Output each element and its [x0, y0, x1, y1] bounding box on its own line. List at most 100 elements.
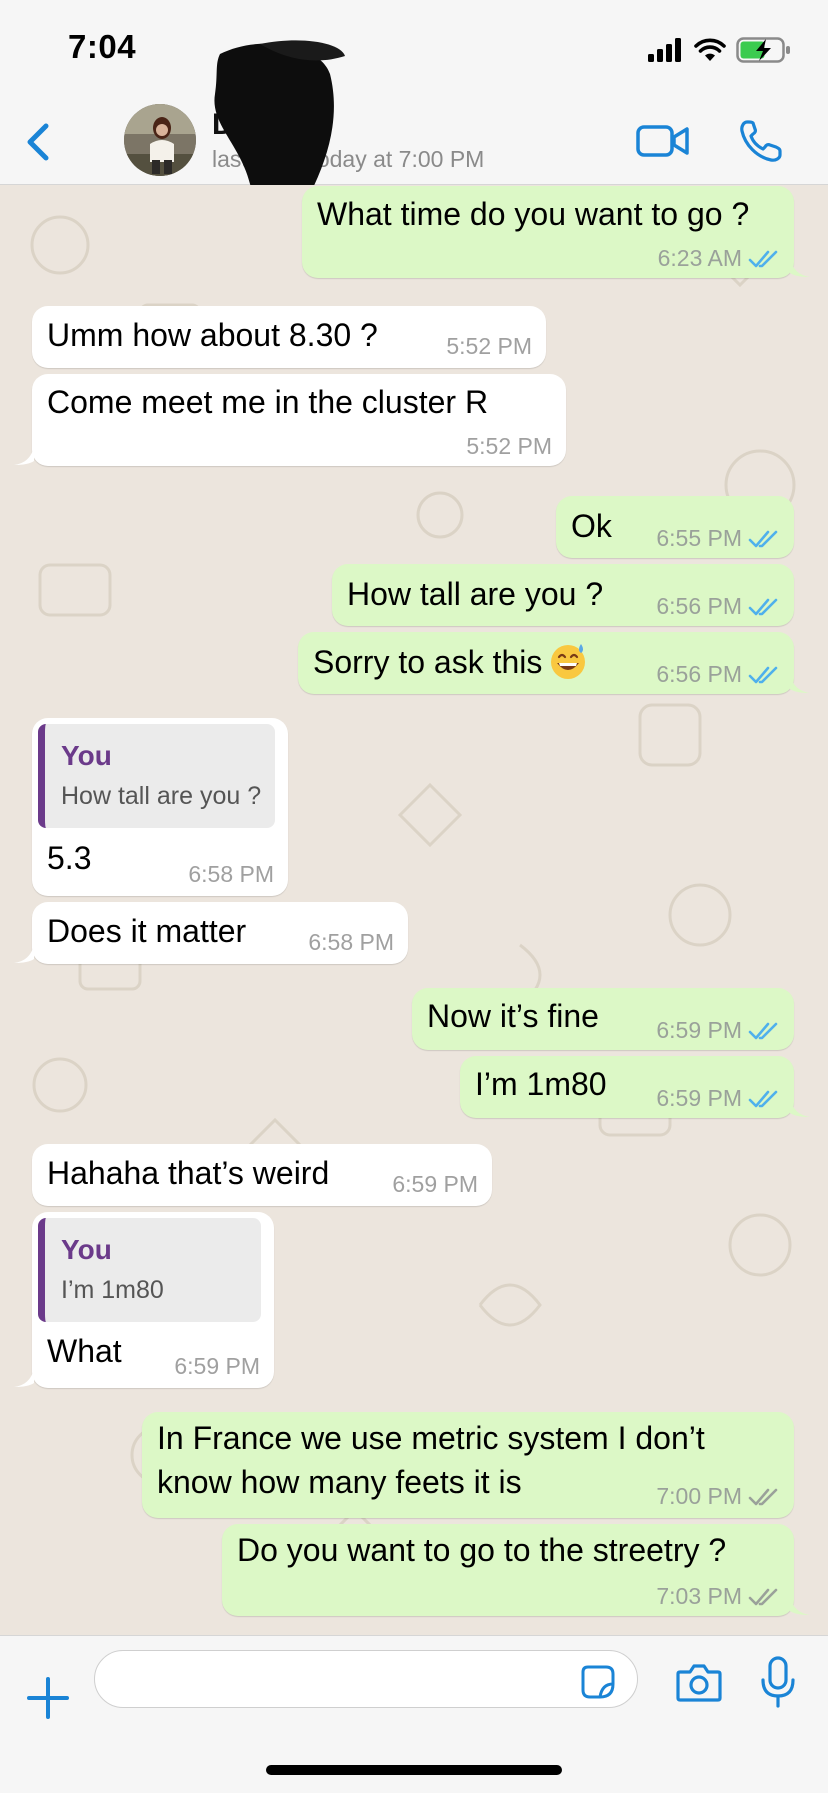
chevron-left-icon[interactable]	[20, 118, 60, 166]
message-text: Now it’s fine	[427, 998, 599, 1034]
signal-icon	[648, 38, 681, 62]
bubble-tail	[14, 1369, 34, 1387]
message-text-line-2: know how many feets it is	[157, 1464, 522, 1500]
message-bubble-outgoing[interactable]: How tall are you ? 6:56 PM	[332, 564, 794, 626]
bubble-tail	[14, 945, 34, 963]
message-text: What time do you want to go ?	[317, 196, 750, 232]
message-text: Sorry to ask this	[313, 644, 543, 680]
sticker-icon[interactable]	[580, 1664, 616, 1700]
chat-area[interactable]: What time do you want to go ? 6:23 AM Um…	[0, 185, 828, 1635]
message-meta: 6:58 PM	[308, 929, 394, 956]
message-text: Ok	[571, 508, 612, 544]
message-time: 6:23 AM	[657, 245, 742, 271]
read-receipt-icon	[748, 530, 778, 547]
message-meta: 6:56 PM	[656, 661, 782, 688]
message-time: 6:56 PM	[656, 661, 742, 687]
quoted-author: You	[61, 1234, 112, 1265]
message-text: Hahaha that’s weird	[47, 1155, 330, 1191]
message-text: How tall are you ?	[347, 576, 604, 612]
message-text: What	[47, 1333, 122, 1369]
message-meta: 5:52 PM	[446, 333, 532, 360]
read-receipt-icon	[748, 598, 778, 615]
read-receipt-icon	[748, 250, 778, 267]
message-meta: 6:59 PM	[656, 1017, 782, 1044]
message-time: 6:55 PM	[656, 525, 742, 551]
message-bubble-incoming-reply[interactable]: You I’m 1m80 What 6:59 PM	[32, 1212, 274, 1388]
bubble-tail	[790, 675, 810, 693]
message-text: Come meet me in the cluster R	[47, 384, 489, 420]
status-bar: 7:04	[0, 0, 828, 100]
message-time: 7:00 PM	[656, 1483, 742, 1509]
message-bubble-incoming[interactable]: Does it matter 6:58 PM	[32, 902, 408, 964]
message-meta: 6:59 PM	[392, 1171, 478, 1198]
message-meta: 6:58 PM	[188, 861, 274, 888]
video-camera-icon[interactable]	[636, 120, 690, 162]
read-receipt-icon	[748, 666, 778, 683]
message-text: 5.3	[47, 840, 92, 876]
contact-name[interactable]: Divya	[212, 108, 292, 142]
bubble-tail	[790, 259, 810, 277]
message-time: 6:59 PM	[174, 1353, 260, 1379]
message-bubble-incoming[interactable]: Umm how about 8.30 ? 5:52 PM	[32, 306, 546, 368]
grinning-sweat-emoji	[551, 644, 586, 679]
message-time: 7:03 PM	[656, 1583, 742, 1609]
message-bubble-outgoing[interactable]: Ok 6:55 PM	[556, 496, 794, 558]
message-text: Do you want to go to the streetry ?	[237, 1532, 727, 1568]
status-time: 7:04	[68, 28, 137, 65]
quoted-message[interactable]: You How tall are you ?	[38, 724, 275, 828]
message-text: I’m 1m80	[475, 1066, 607, 1102]
bubble-tail	[14, 447, 34, 465]
message-bubble-incoming-reply[interactable]: You How tall are you ? 5.3 6:58 PM	[32, 718, 288, 896]
message-time: 6:59 PM	[392, 1171, 478, 1197]
message-meta: 6:55 PM	[656, 525, 782, 552]
delivered-receipt-icon	[748, 1488, 778, 1505]
bubble-tail	[790, 1099, 810, 1117]
message-time: 6:59 PM	[656, 1017, 742, 1043]
message-text-with-emoji: Sorry to ask this	[313, 640, 588, 684]
message-meta: 6:59 PM	[656, 1085, 782, 1112]
wifi-icon	[694, 38, 726, 61]
message-text: Umm how about 8.30 ?	[47, 317, 378, 353]
quoted-text: How tall are you ?	[61, 782, 262, 810]
message-time: 6:58 PM	[188, 861, 274, 887]
message-input[interactable]	[94, 1650, 638, 1708]
message-meta: 6:23 AM	[658, 245, 782, 272]
message-meta: 7:03 PM	[656, 1583, 782, 1610]
message-bubble-incoming[interactable]: Come meet me in the cluster R 5:52 PM	[32, 374, 566, 466]
message-text: Does it matter	[47, 913, 247, 949]
read-receipt-icon	[748, 1090, 778, 1107]
message-meta: 6:59 PM	[174, 1353, 260, 1380]
delivered-receipt-icon	[748, 1588, 778, 1605]
home-indicator[interactable]	[266, 1765, 562, 1775]
message-bubble-outgoing[interactable]: In France we use metric system I don’t k…	[142, 1412, 794, 1518]
quoted-text: I’m 1m80	[61, 1276, 164, 1304]
message-text-line-1: In France we use metric system I don’t	[157, 1420, 705, 1456]
message-bubble-outgoing[interactable]: Now it’s fine 6:59 PM	[412, 988, 794, 1050]
message-bubble-outgoing[interactable]: What time do you want to go ? 6:23 AM	[302, 186, 794, 278]
contact-last-seen: last seen today at 7:00 PM	[212, 146, 485, 172]
message-time: 6:56 PM	[656, 593, 742, 619]
message-time: 5:52 PM	[466, 433, 552, 459]
battery-charging-icon	[736, 37, 790, 63]
message-bubble-outgoing[interactable]: Do you want to go to the streetry ? 7:03…	[222, 1524, 794, 1616]
microphone-icon[interactable]	[760, 1656, 796, 1708]
quoted-message[interactable]: You I’m 1m80	[38, 1218, 261, 1322]
message-time: 5:52 PM	[446, 333, 532, 359]
message-meta: 6:56 PM	[656, 593, 782, 620]
message-time: 6:58 PM	[308, 929, 394, 955]
message-time: 6:59 PM	[656, 1085, 742, 1111]
avatar-photo	[124, 104, 196, 176]
message-bubble-outgoing[interactable]: I’m 1m80 6:59 PM	[460, 1056, 794, 1118]
message-bubble-incoming[interactable]: Hahaha that’s weird 6:59 PM	[32, 1144, 492, 1206]
read-receipt-icon	[748, 1022, 778, 1039]
plus-icon[interactable]	[26, 1676, 70, 1720]
camera-icon[interactable]	[676, 1662, 722, 1702]
message-bubble-outgoing[interactable]: Sorry to ask this 6:56 PM	[298, 632, 794, 694]
quoted-author: You	[61, 740, 112, 771]
message-meta: 5:52 PM	[466, 433, 552, 460]
message-meta: 7:00 PM	[656, 1483, 782, 1510]
bubble-tail	[790, 1597, 810, 1615]
avatar[interactable]	[124, 104, 196, 176]
status-icons	[648, 30, 792, 70]
phone-icon[interactable]	[738, 118, 784, 164]
